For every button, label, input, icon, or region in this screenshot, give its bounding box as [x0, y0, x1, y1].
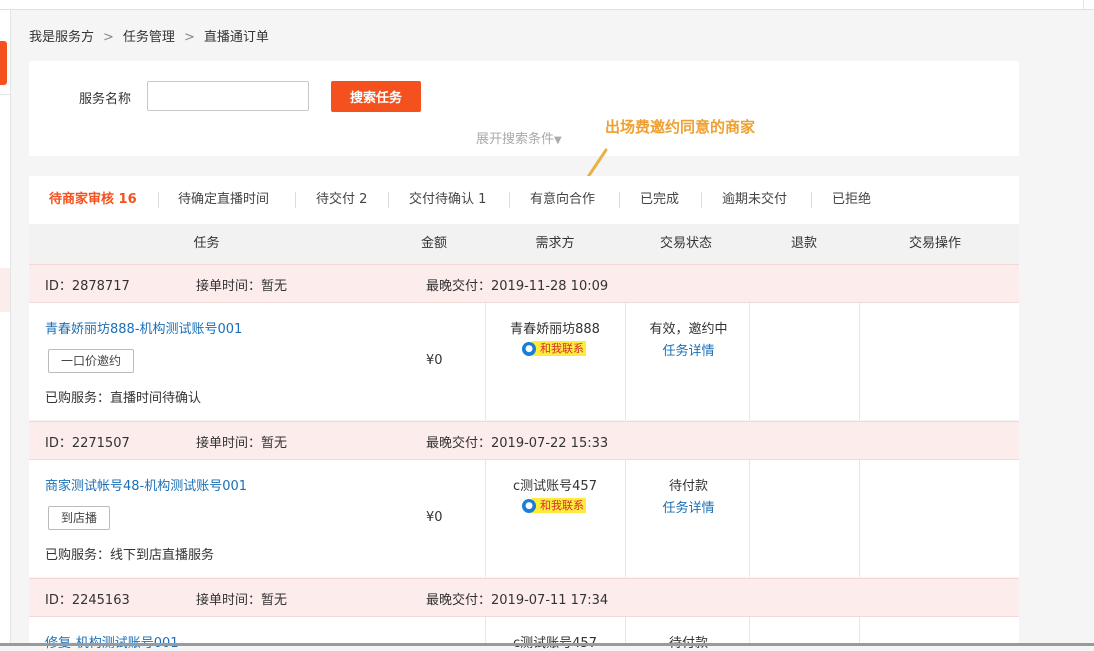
contact-me-label: 和我联系 — [532, 498, 586, 513]
trade-status: 有效，邀约中 — [649, 322, 728, 337]
column-header-task: 任务 — [193, 236, 220, 251]
breadcrumb-item-current: 直播通订单 — [203, 30, 269, 45]
order-header: ID：2878717 接单时间：暂无 最晚交付：2019-11-28 10:09 — [29, 264, 1019, 303]
column-header-buyer: 需求方 — [535, 236, 575, 251]
order-accept-time: 接单时间：暂无 — [196, 279, 288, 294]
search-panel: 服务名称 搜索任务 展开搜索条件▼ — [29, 61, 1019, 156]
buyer-name: c测试账号457 — [485, 632, 625, 651]
cell-divider — [859, 617, 860, 646]
buyer-name: c测试账号457 — [513, 479, 597, 494]
chat-icon: ● — [522, 342, 536, 356]
service-name-input[interactable] — [147, 81, 309, 111]
table-header: 任务 金额 需求方 交易状态 退款 交易操作 — [29, 224, 1019, 264]
cell-divider — [859, 303, 860, 420]
tab-divider — [509, 192, 510, 208]
order-header: ID：2245163 接单时间：暂无 最晚交付：2019-07-11 17:34 — [29, 578, 1019, 617]
trade-status: 待付款 — [626, 632, 751, 651]
order-id: ID：2878717 — [45, 279, 130, 294]
purchased-service: 已购服务：线下到店直播服务 — [45, 548, 215, 563]
tab-divider — [388, 192, 389, 208]
order-row: 青春娇丽坊888-机构测试账号001 一口价邀约 已购服务：直播时间待确认 ¥0… — [29, 303, 1019, 420]
search-task-button[interactable]: 搜索任务 — [331, 81, 421, 112]
top-bar — [0, 0, 1094, 10]
task-type-tag: 一口价邀约 — [48, 349, 135, 373]
order-amount: ¥0 — [426, 353, 443, 368]
tab-intent-to-cooperate[interactable]: 有意向合作 — [530, 192, 595, 208]
order-id: ID：2271507 — [45, 436, 130, 451]
task-detail-link[interactable]: 任务详情 — [626, 497, 751, 516]
caret-down-icon: ▼ — [554, 135, 562, 146]
contact-me-label: 和我联系 — [532, 341, 586, 356]
tab-rejected[interactable]: 已拒绝 — [832, 192, 871, 208]
cell-divider — [749, 617, 750, 646]
breadcrumb: 我是服务方 > 任务管理 > 直播通订单 — [29, 28, 269, 48]
top-bar-corner — [1083, 0, 1094, 9]
buyer-name: 青春娇丽坊888 — [510, 322, 600, 337]
order-status-tabs: 待商家审核 16 待确定直播时间 待交付 2 交付待确认 1 有意向合作 已完成… — [29, 176, 1019, 224]
service-name-label: 服务名称 — [79, 92, 132, 107]
left-sidebar-edge — [0, 10, 11, 646]
order-accept-time: 接单时间：暂无 — [196, 593, 288, 608]
breadcrumb-separator: > — [183, 30, 195, 45]
breadcrumb-item-task-management[interactable]: 任务管理 — [123, 28, 175, 48]
order-row: 商家测试帐号48-机构测试账号001 到店播 已购服务：线下到店直播服务 ¥0 … — [29, 460, 1019, 577]
order-header: ID：2271507 接单时间：暂无 最晚交付：2019-07-22 15:33 — [29, 421, 1019, 460]
purchased-service: 已购服务：直播时间待确认 — [45, 391, 202, 406]
tab-divider — [701, 192, 702, 208]
sidebar-highlight — [0, 268, 10, 312]
task-type-tag: 到店播 — [48, 506, 111, 530]
breadcrumb-item-service-provider[interactable]: 我是服务方 — [29, 28, 94, 48]
tab-completed[interactable]: 已完成 — [640, 192, 679, 208]
tab-pending-live-time[interactable]: 待确定直播时间 — [178, 192, 269, 208]
order-amount: ¥0 — [426, 510, 443, 525]
annotation-text: 出场费邀约同意的商家 — [605, 118, 756, 136]
expand-search-label: 展开搜索条件 — [476, 132, 555, 147]
column-header-actions: 交易操作 — [908, 236, 961, 251]
tab-divider — [811, 192, 812, 208]
task-link[interactable]: 青春娇丽坊888-机构测试账号001 — [45, 318, 242, 337]
column-header-refund: 退款 — [790, 236, 817, 251]
order-deadline: 最晚交付：2019-07-11 17:34 — [426, 593, 609, 608]
order-row: 修复-机构测试账号001 c测试账号457 待付款 — [29, 617, 1019, 651]
tab-delivery-pending-confirm[interactable]: 交付待确认 1 — [409, 192, 486, 208]
column-header-amount: 金额 — [420, 236, 447, 251]
task-detail-link[interactable]: 任务详情 — [626, 340, 751, 359]
column-header-status: 交易状态 — [659, 236, 712, 251]
tab-divider — [295, 192, 296, 208]
sidebar-active-marker — [0, 41, 7, 85]
trade-status: 待付款 — [668, 479, 708, 494]
tab-divider — [619, 192, 620, 208]
task-link[interactable]: 修复-机构测试账号001 — [45, 632, 179, 651]
breadcrumb-separator: > — [103, 30, 114, 45]
order-deadline: 最晚交付：2019-11-28 10:09 — [426, 279, 609, 294]
cell-divider — [859, 460, 860, 577]
order-id: ID：2245163 — [45, 593, 130, 608]
tab-pending-merchant-review[interactable]: 待商家审核 16 — [49, 192, 137, 208]
tab-overdue[interactable]: 逾期未交付 — [722, 192, 787, 208]
cell-divider — [749, 303, 750, 420]
sidebar-divider — [0, 94, 10, 95]
chat-icon: ● — [522, 499, 536, 513]
tab-pending-delivery[interactable]: 待交付 2 — [316, 192, 367, 208]
cell-divider — [749, 460, 750, 577]
order-accept-time: 接单时间：暂无 — [196, 436, 288, 451]
expand-search-toggle[interactable]: 展开搜索条件▼ — [476, 128, 562, 147]
order-deadline: 最晚交付：2019-07-22 15:33 — [426, 436, 609, 451]
tab-divider — [158, 192, 159, 208]
task-link[interactable]: 商家测试帐号48-机构测试账号001 — [45, 475, 247, 494]
